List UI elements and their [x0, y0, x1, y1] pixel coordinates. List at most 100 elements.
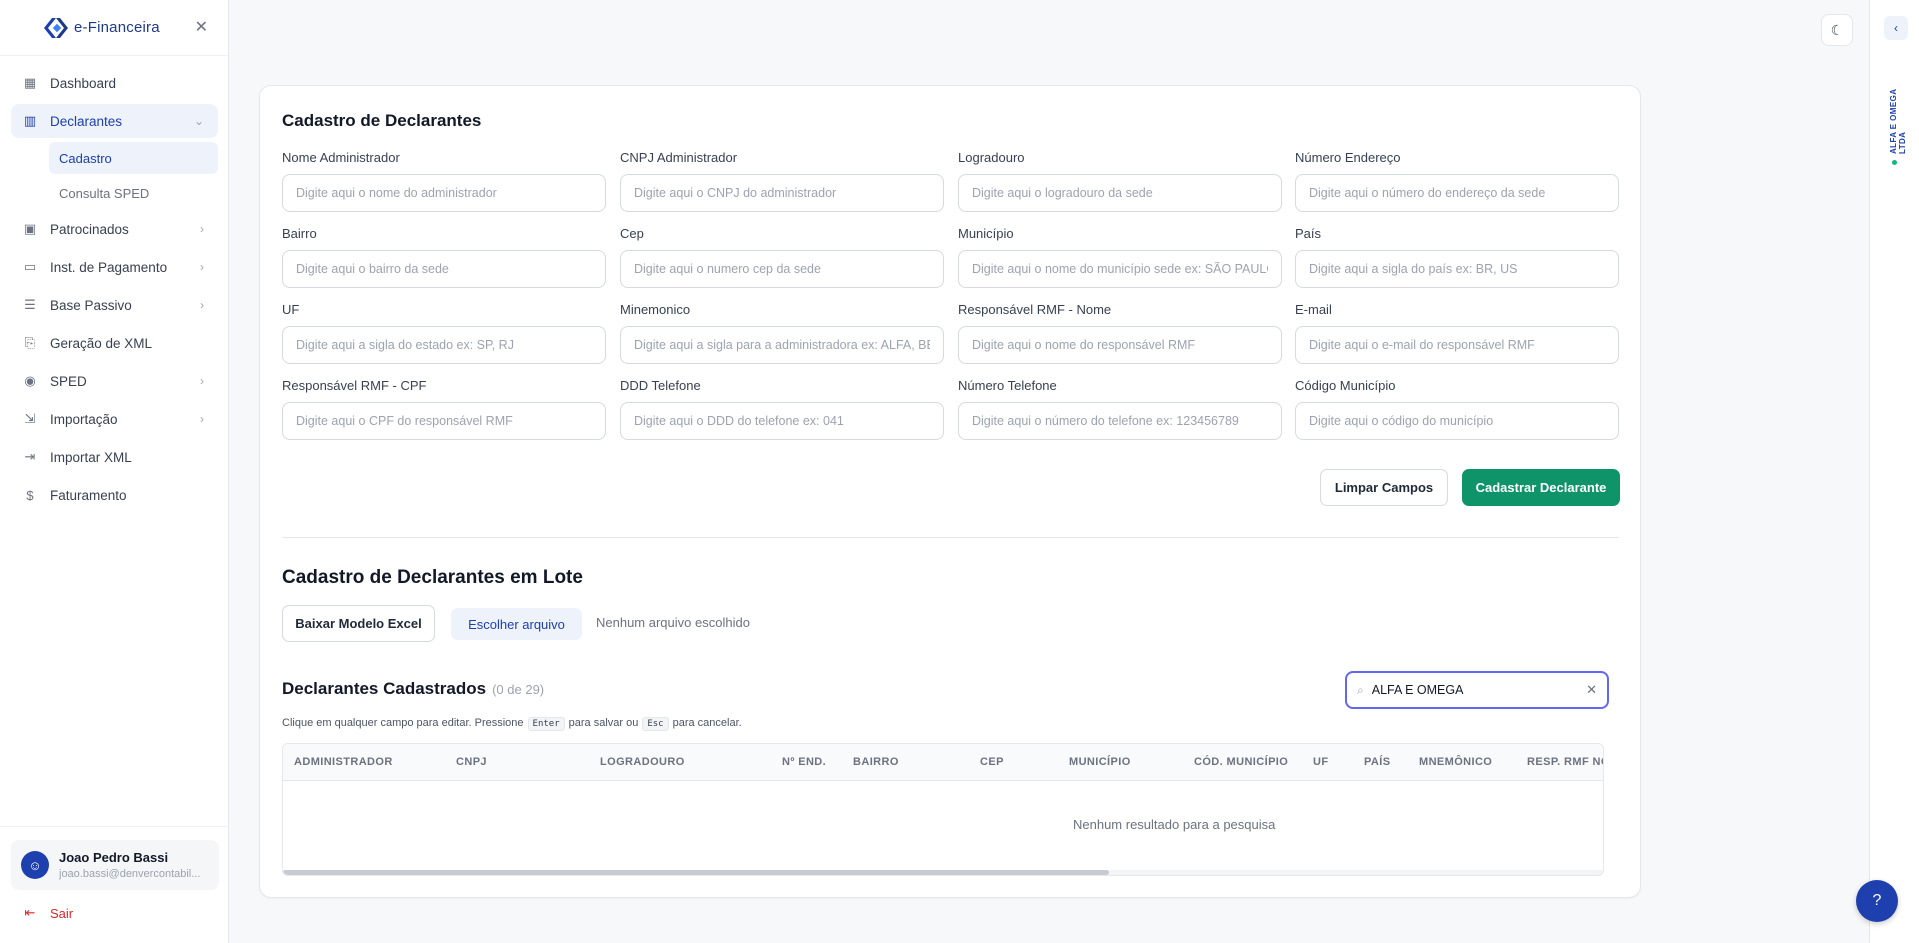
- column-header[interactable]: BAIRRO: [853, 756, 899, 768]
- batch-title: Cadastro de Declarantes em Lote: [282, 567, 583, 588]
- brand-name: e-Financeira: [74, 19, 160, 36]
- bairro-input[interactable]: [282, 250, 606, 288]
- radio-icon: ◉: [24, 373, 36, 388]
- sidebar-item-label: Geração de XML: [50, 335, 153, 351]
- sidebar-item-declarantes[interactable]: ▥ Declarantes ⌄: [11, 104, 218, 138]
- field-label: UF: [282, 302, 300, 317]
- responsavel-rmf-nome-input[interactable]: [958, 326, 1282, 364]
- column-header[interactable]: LOGRADOURO: [600, 756, 685, 768]
- help-icon: ?: [1872, 892, 1882, 909]
- column-header[interactable]: ADMINISTRADOR: [294, 756, 393, 768]
- chevron-right-icon: ›: [200, 412, 204, 426]
- field-label: Bairro: [282, 226, 317, 241]
- user-card[interactable]: ☺ Joao Pedro Bassi joao.bassi@denvercont…: [11, 840, 219, 890]
- column-header[interactable]: PAÍS: [1364, 756, 1390, 768]
- field-numero-telefone: Número Telefone: [958, 378, 1282, 440]
- download-excel-button[interactable]: Baixar Modelo Excel: [282, 605, 435, 642]
- sidebar-item-label: Patrocinados: [50, 221, 129, 237]
- logout-button[interactable]: ⇤ Sair: [22, 905, 74, 921]
- column-header[interactable]: MNEMÔNICO: [1419, 756, 1492, 768]
- sidebar-item-faturamento[interactable]: $ Faturamento: [11, 478, 218, 512]
- import-icon: ⇲: [24, 411, 36, 426]
- column-header[interactable]: CEP: [980, 756, 1004, 768]
- expand-panel-button[interactable]: ‹: [1884, 16, 1908, 40]
- brand-logo-icon: [44, 17, 68, 38]
- cnpj-administrador-input[interactable]: [620, 174, 944, 212]
- chevron-right-icon: ›: [200, 222, 204, 236]
- receipt-icon: $: [26, 487, 34, 503]
- choose-file-button[interactable]: Escolher arquivo: [451, 608, 582, 640]
- search-box: ⌕ ✕: [1345, 671, 1609, 709]
- field-ddd-telefone: DDD Telefone: [620, 378, 944, 440]
- sidebar-subitem-consulta-sped[interactable]: Consulta SPED: [49, 177, 218, 209]
- clear-search-icon[interactable]: ✕: [1586, 682, 1597, 698]
- sidebar-item-patrocinados[interactable]: ▣ Patrocinados ›: [11, 212, 218, 246]
- empty-results-text: Nenhum resultado para a pesquisa: [1073, 817, 1276, 832]
- sidebar-item-sped[interactable]: ◉ SPED ›: [11, 364, 218, 398]
- field-municipio: Município: [958, 226, 1282, 288]
- table-header: ADMINISTRADOR CNPJ LOGRADOURO Nº END. BA…: [283, 744, 1603, 781]
- theme-toggle-button[interactable]: ☾: [1821, 14, 1853, 46]
- minemonico-input[interactable]: [620, 326, 944, 364]
- sidebar-item-label: Faturamento: [50, 487, 127, 503]
- codigo-municipio-input[interactable]: [1295, 402, 1619, 440]
- sidebar-item-inst-pagamento[interactable]: ▭ Inst. de Pagamento ›: [11, 250, 218, 284]
- uf-input[interactable]: [282, 326, 606, 364]
- chevron-right-icon: ›: [200, 374, 204, 388]
- right-panel-strip: ‹ ALFA E OMEGA LTDA: [1869, 0, 1919, 943]
- column-header[interactable]: MUNICÍPIO: [1069, 756, 1131, 768]
- sidebar-item-importacao[interactable]: ⇲ Importação ›: [11, 402, 218, 436]
- help-button[interactable]: ?: [1856, 880, 1898, 922]
- grid-icon: ▦: [23, 75, 37, 90]
- column-header[interactable]: RESP. RMF NO: [1527, 756, 1603, 768]
- column-header[interactable]: Nº END.: [782, 756, 826, 768]
- responsavel-rmf-cpf-input[interactable]: [282, 402, 606, 440]
- field-label: País: [1295, 226, 1322, 241]
- logout-label: Sair: [50, 905, 74, 921]
- column-header[interactable]: CNPJ: [456, 756, 487, 768]
- search-input[interactable]: [1371, 683, 1587, 697]
- credit-card-icon: ▭: [23, 259, 37, 274]
- edit-hint: Clique em qualquer campo para editar. Pr…: [282, 717, 742, 731]
- numero-endereco-input[interactable]: [1295, 174, 1619, 212]
- clear-fields-button[interactable]: Limpar Campos: [1320, 469, 1448, 506]
- column-header[interactable]: UF: [1313, 756, 1328, 768]
- ddd-telefone-input[interactable]: [620, 402, 944, 440]
- field-numero-endereco: Número Endereço: [1295, 150, 1619, 212]
- horizontal-scrollbar[interactable]: [283, 870, 1603, 875]
- sidebar-divider: [0, 826, 229, 827]
- field-label: Município: [958, 226, 1014, 241]
- declarantes-table: ADMINISTRADOR CNPJ LOGRADOURO Nº END. BA…: [282, 743, 1604, 876]
- esc-key: Esc: [642, 717, 669, 731]
- scrollbar-thumb[interactable]: [283, 870, 1109, 875]
- sidebar-item-geracao-xml[interactable]: ⎘ Geração de XML: [11, 326, 218, 360]
- sidebar-subitem-cadastro[interactable]: Cadastro: [49, 142, 218, 174]
- field-pais: País: [1295, 226, 1619, 288]
- logout-icon: ⇤: [24, 905, 36, 920]
- company-name-vertical: ALFA E OMEGA LTDA: [1889, 88, 1907, 154]
- chevron-left-icon: ‹: [1894, 21, 1898, 35]
- field-responsavel-rmf-nome: Responsável RMF - Nome: [958, 302, 1282, 364]
- sidebar-nav: ▦ Dashboard ▥ Declarantes ⌄ Cadastro Con…: [0, 56, 228, 512]
- user-avatar-icon: ☺: [21, 851, 49, 879]
- municipio-input[interactable]: [958, 250, 1282, 288]
- submit-declarante-button[interactable]: Cadastrar Declarante: [1462, 469, 1620, 506]
- cep-input[interactable]: [620, 250, 944, 288]
- nome-administrador-input[interactable]: [282, 174, 606, 212]
- sidebar-item-base-passivo[interactable]: ☰ Base Passivo ›: [11, 288, 218, 322]
- pais-input[interactable]: [1295, 250, 1619, 288]
- close-icon[interactable]: ✕: [195, 17, 208, 37]
- sidebar-item-importar-xml[interactable]: ⇥ Importar XML: [11, 440, 218, 474]
- column-header[interactable]: CÓD. MUNICÍPIO: [1194, 756, 1288, 768]
- email-input[interactable]: [1295, 326, 1619, 364]
- field-responsavel-rmf-cpf: Responsável RMF - CPF: [282, 378, 606, 440]
- field-logradouro: Logradouro: [958, 150, 1282, 212]
- logradouro-input[interactable]: [958, 174, 1282, 212]
- field-label: E-mail: [1295, 302, 1332, 317]
- list-title: Declarantes Cadastrados (0 de 29): [282, 679, 544, 699]
- file-code-icon: ⎘: [24, 335, 36, 350]
- field-label: Número Telefone: [958, 378, 1057, 393]
- field-label: CNPJ Administrador: [620, 150, 738, 165]
- sidebar-item-dashboard[interactable]: ▦ Dashboard: [11, 66, 218, 100]
- numero-telefone-input[interactable]: [958, 402, 1282, 440]
